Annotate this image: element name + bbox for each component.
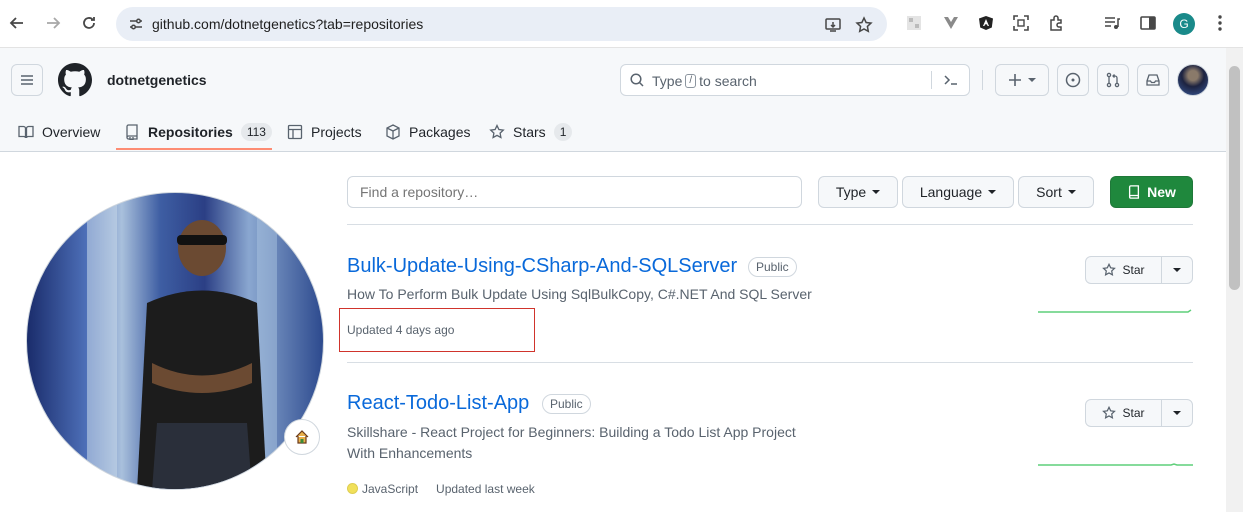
page-scrollbar[interactable] — [1226, 48, 1243, 512]
repo-description: Skillshare - React Project for Beginners… — [347, 424, 796, 461]
command-palette-icon[interactable] — [943, 72, 961, 88]
back-arrow-icon[interactable] — [4, 10, 30, 36]
star-button[interactable]: Star — [1086, 257, 1162, 283]
global-search-input[interactable]: Type / to search — [620, 64, 970, 96]
search-icon — [630, 73, 644, 87]
tab-projects[interactable]: Projects — [287, 116, 362, 148]
browser-profile-avatar[interactable]: G — [1173, 13, 1195, 35]
star-icon — [1102, 406, 1117, 419]
extensions-puzzle-icon[interactable] — [1046, 12, 1068, 34]
book-icon — [18, 125, 34, 139]
inbox-button[interactable] — [1137, 64, 1169, 96]
status-emoji-button[interactable] — [284, 419, 320, 455]
repositories-count-badge: 113 — [240, 123, 272, 141]
chevron-down-icon — [1173, 268, 1181, 272]
profile-photo-image — [87, 193, 277, 489]
angular-extension-icon[interactable] — [975, 12, 997, 34]
site-settings-icon[interactable] — [124, 12, 148, 36]
bookmark-star-icon[interactable] — [853, 14, 875, 36]
tab-overview[interactable]: Overview — [18, 116, 100, 148]
profile-photo[interactable] — [26, 192, 324, 490]
browser-toolbar: github.com/dotnetgenetics?tab=repositori… — [0, 0, 1243, 48]
chevron-down-icon — [1028, 78, 1036, 82]
package-icon — [386, 124, 400, 140]
stars-count-badge: 1 — [553, 123, 573, 141]
address-bar[interactable]: github.com/dotnetgenetics?tab=repositori… — [116, 7, 887, 41]
repo-meta: JavaScript Updated last week — [347, 482, 535, 496]
star-button-group: Star — [1085, 399, 1193, 427]
star-button-group: Star — [1085, 256, 1193, 284]
repo-icon — [1129, 185, 1140, 199]
visibility-badge: Public — [748, 257, 797, 277]
chevron-down-icon — [872, 190, 881, 194]
header-separator — [982, 70, 983, 90]
house-icon — [295, 430, 309, 444]
user-avatar[interactable] — [1177, 64, 1209, 96]
visibility-badge: Public — [542, 394, 591, 414]
tab-repositories[interactable]: Repositories 113 — [124, 116, 272, 148]
install-app-icon[interactable] — [822, 14, 844, 36]
search-placeholder: Type / to search — [652, 73, 757, 89]
browser-menu-icon[interactable] — [1209, 12, 1231, 34]
star-icon — [489, 124, 505, 139]
repo-description: How To Perform Bulk Update Using SqlBulk… — [347, 286, 812, 302]
search-divider — [931, 71, 932, 89]
github-header: dotnetgenetics Type / to search Overview — [0, 48, 1226, 152]
star-icon — [1102, 263, 1117, 276]
chevron-down-icon — [1067, 190, 1076, 194]
find-repository-input[interactable] — [347, 176, 802, 208]
activity-sparkline — [1038, 309, 1192, 313]
profile-username-link[interactable]: dotnetgenetics — [107, 72, 207, 88]
issue-circle-icon — [1065, 72, 1081, 88]
forward-arrow-icon[interactable] — [40, 10, 66, 36]
annotation-highlight-box — [339, 308, 535, 352]
repo-name-link[interactable]: Bulk-Update-Using-CSharp-And-SQLServer — [347, 255, 737, 278]
tab-stars[interactable]: Stars 1 — [489, 116, 573, 148]
list-divider — [347, 224, 1193, 225]
active-tab-indicator — [116, 148, 272, 150]
star-button[interactable]: Star — [1086, 400, 1162, 426]
inbox-icon — [1146, 74, 1160, 86]
repo-icon — [126, 124, 138, 140]
star-list-dropdown[interactable] — [1162, 257, 1192, 283]
language-filter-button[interactable]: Language — [902, 176, 1014, 208]
plus-icon — [1009, 74, 1021, 86]
reload-icon[interactable] — [76, 10, 102, 36]
type-filter-button[interactable]: Type — [818, 176, 898, 208]
scrollbar-thumb[interactable] — [1229, 66, 1240, 290]
issues-button[interactable] — [1057, 64, 1089, 96]
vue-devtools-icon[interactable] — [940, 12, 962, 34]
media-controls-icon[interactable] — [1101, 12, 1123, 34]
github-logo-icon[interactable] — [58, 63, 92, 97]
extension-grid-icon[interactable] — [903, 12, 925, 34]
side-panel-icon[interactable] — [1137, 12, 1159, 34]
activity-sparkline — [1038, 463, 1193, 466]
pull-request-icon — [1106, 72, 1120, 88]
slash-key-hint: / — [685, 74, 697, 88]
chevron-down-icon — [988, 190, 997, 194]
list-divider — [347, 362, 1193, 363]
chevron-down-icon — [1173, 411, 1181, 415]
repo-language: JavaScript — [347, 482, 418, 496]
hamburger-menu-icon[interactable] — [11, 64, 43, 96]
repo-updated-time: Updated last week — [436, 482, 535, 496]
screenshot-capture-icon[interactable] — [1010, 12, 1032, 34]
pull-requests-button[interactable] — [1097, 64, 1129, 96]
url-text: github.com/dotnetgenetics?tab=repositori… — [152, 16, 424, 32]
create-new-button[interactable] — [995, 64, 1049, 96]
language-color-dot — [347, 483, 358, 494]
table-icon — [287, 124, 303, 140]
repo-name-link[interactable]: React-Todo-List-App — [347, 392, 529, 415]
sort-filter-button[interactable]: Sort — [1018, 176, 1094, 208]
tab-packages[interactable]: Packages — [385, 116, 470, 148]
star-list-dropdown[interactable] — [1162, 400, 1192, 426]
new-repository-button[interactable]: New — [1110, 176, 1193, 208]
